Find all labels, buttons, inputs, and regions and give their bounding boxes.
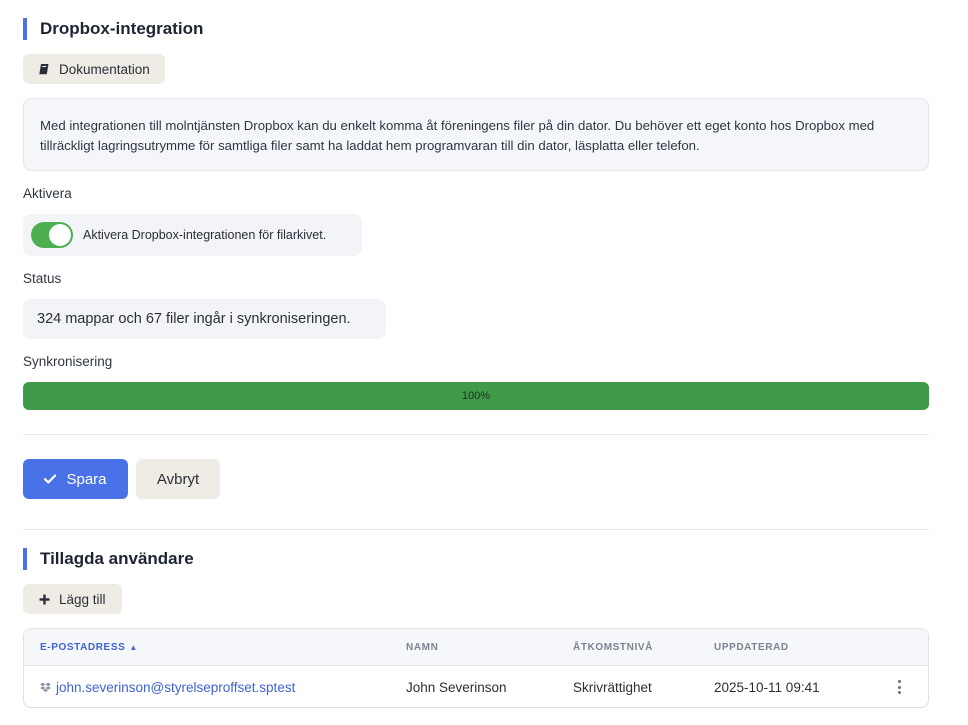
integration-description: Med integrationen till molntjänsten Drop… [23,98,929,171]
column-header-email-label: E-POSTADRESS [40,642,126,653]
add-user-button[interactable]: Lägg till [23,584,122,614]
documentation-button[interactable]: Dokumentation [23,54,165,84]
more-vertical-icon[interactable] [896,680,902,694]
divider [23,529,929,530]
user-access-level: Skrivrättighet [573,679,652,695]
activate-toggle-label: Aktivera Dropbox-integrationen för filar… [83,228,327,242]
sync-progress-text: 100% [461,390,491,402]
table-row: john.severinson@styrelseproffset.sptest … [24,666,928,707]
status-label: Status [23,271,62,286]
cancel-button[interactable]: Avbryt [136,459,220,499]
user-updated: 2025-10-11 09:41 [714,679,820,695]
dropbox-icon [40,680,51,695]
column-header-updated[interactable]: UPPDATERAD [714,629,789,666]
activate-label: Aktivera [23,186,72,201]
column-header-email[interactable]: E-POSTADRESS ▲ [40,629,138,666]
table-header: E-POSTADRESS ▲ NAMN ÅTKOMSTNIVÅ UPPDATER… [24,629,928,666]
activate-dropbox-toggle[interactable] [31,222,73,248]
save-button[interactable]: Spara [23,459,128,499]
section-title-users: Tillagda användare [23,548,194,570]
sync-progress-bar: 100% [23,382,929,410]
sort-ascending-icon: ▲ [129,643,138,652]
sync-label: Synkronisering [23,354,113,369]
save-button-label: Spara [66,470,107,488]
activate-toggle-row: Aktivera Dropbox-integrationen för filar… [23,214,362,256]
add-user-button-label: Lägg till [59,591,106,607]
documentation-button-label: Dokumentation [59,61,150,77]
user-email-link[interactable]: john.severinson@styrelseproffset.sptest [40,666,296,707]
check-icon [44,471,57,488]
plus-icon [39,594,50,605]
divider [23,434,929,435]
user-name: John Severinson [406,679,507,695]
column-header-access[interactable]: ÅTKOMSTNIVÅ [573,629,653,666]
toggle-knob [49,224,71,246]
book-icon [38,63,50,75]
sync-status-text: 324 mappar och 67 filer ingår i synkroni… [23,299,386,339]
column-header-name[interactable]: NAMN [406,629,438,666]
user-email: john.severinson@styrelseproffset.sptest [56,679,296,695]
users-table: E-POSTADRESS ▲ NAMN ÅTKOMSTNIVÅ UPPDATER… [23,628,929,708]
section-title-dropbox: Dropbox-integration [23,18,203,40]
